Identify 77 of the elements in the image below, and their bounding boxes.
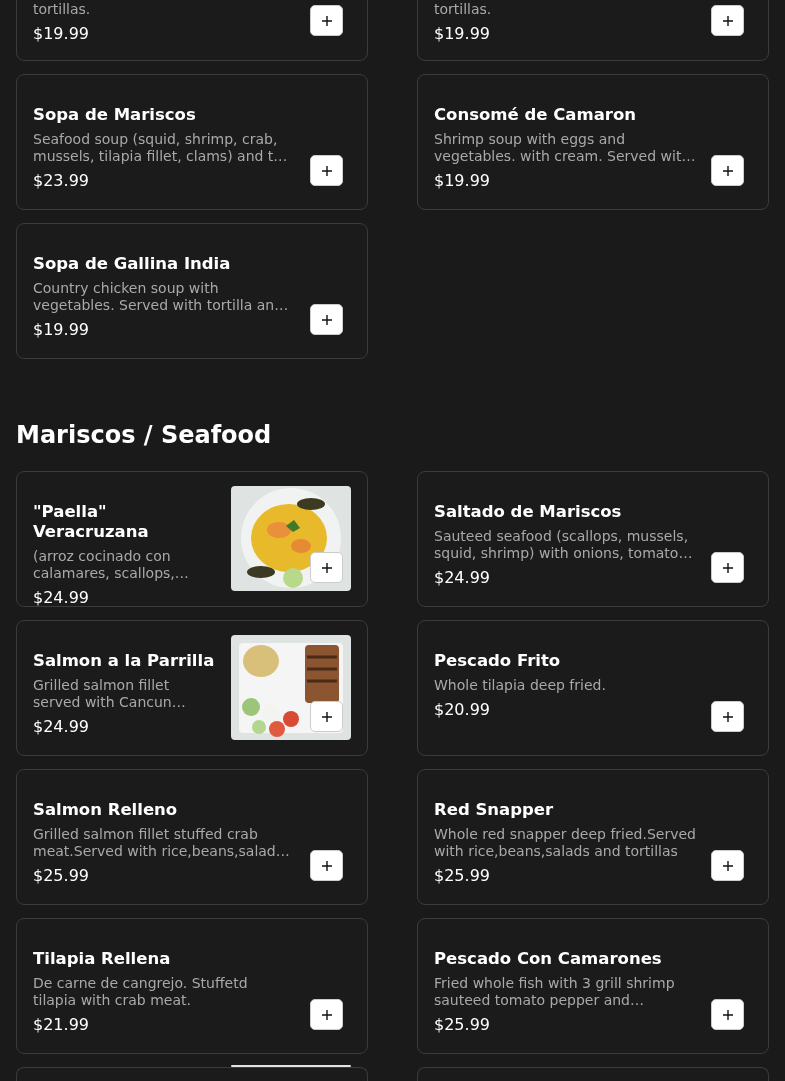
menu-item-card[interactable]: tortillas. $19.99 (417, 0, 769, 61)
item-name: Pescado Frito (434, 651, 561, 671)
plus-icon (721, 561, 734, 574)
section-heading: Mariscos / Seafood (16, 420, 273, 451)
item-description: Seafood soup (squid, shrimp, crab, mussels, tilapia fillet, clams) and t… (33, 131, 289, 165)
item-description: Grilled salmon fillet stuffed crab meat.Served with rice,beans,salad… (33, 826, 291, 860)
plus-icon (721, 859, 734, 872)
item-name: "Paella" Veracruzana (33, 502, 150, 542)
item-price: $19.99 (33, 23, 89, 45)
menu-item-card[interactable]: Pescado Con Camarones Fried whole fish with 3 grill shrimp sauteed tomato pepper and… $25.99 (417, 918, 769, 1054)
add-button[interactable] (711, 701, 744, 732)
add-button[interactable] (310, 701, 343, 732)
add-button[interactable] (310, 5, 343, 36)
item-name: Sopa de Mariscos (33, 105, 196, 125)
menu-item-card[interactable]: "Paella" Veracruzana (arroz cocinado con calamares, scallops,… $24.99 (16, 471, 368, 607)
item-name: Consomé de Camaron (434, 105, 636, 125)
add-button[interactable] (310, 552, 343, 583)
item-name: Sopa de Gallina India (33, 254, 231, 274)
menu-item-card[interactable]: Sopa de Mariscos Seafood soup (squid, shrimp, crab, mussels, tilapia fillet, clams) and t… $23.99 (16, 74, 368, 210)
item-name: Pescado Con Camarones (434, 949, 662, 969)
plus-icon (721, 14, 734, 27)
item-name: Saltado de Mariscos (434, 502, 622, 522)
add-button[interactable] (310, 155, 343, 186)
menu-item-card[interactable]: Red Snapper Whole red snapper deep fried.Served with rice,beans,salads and tortillas $25.99 (417, 769, 769, 905)
item-price: $25.99 (434, 1014, 490, 1036)
item-price: $21.99 (33, 1014, 89, 1036)
menu-item-card[interactable]: Salmon a la Parrilla Grilled salmon fillet served with Cancun… $24.99 (16, 620, 368, 756)
item-description: (arroz cocinado con calamares, scallops,… (33, 548, 190, 582)
item-name: Salmon Relleno (33, 800, 178, 820)
plus-icon (320, 561, 333, 574)
item-description: tortillas. (434, 1, 492, 18)
item-price: $19.99 (434, 23, 490, 45)
plus-icon (320, 859, 333, 872)
item-description: Sauteed seafood (scallops, mussels, squid, shrimp) with onions, tomato… (434, 528, 694, 562)
add-button[interactable] (711, 155, 744, 186)
menu-item-card[interactable]: Sopa de Gallina India Country chicken soup with vegetables. Served with tortilla an… $19.99 (16, 223, 368, 359)
item-price: $19.99 (434, 170, 490, 192)
item-name: Red Snapper (434, 800, 554, 820)
add-button[interactable] (310, 850, 343, 881)
item-description: Shrimp soup with eggs and vegetables. with cream. Served wit… (434, 131, 696, 165)
item-description: Grilled salmon fillet served with Cancun… (33, 677, 187, 711)
item-description: Whole red snapper deep fried.Served with rice,beans,salads and tortillas (434, 826, 696, 860)
plus-icon (320, 313, 333, 326)
plus-icon (320, 710, 333, 723)
add-button[interactable] (711, 552, 744, 583)
add-button[interactable] (310, 304, 343, 335)
add-button[interactable] (711, 999, 744, 1030)
item-description: De carne de cangrejo. Stuffetd tilapia with crab meat. (33, 975, 249, 1009)
plus-icon (320, 14, 333, 27)
add-button[interactable] (711, 850, 744, 881)
item-price: $23.99 (33, 170, 89, 192)
item-price: $24.99 (33, 587, 89, 609)
menu-item-card[interactable]: Consomé de Camaron Shrimp soup with eggs and vegetables. with cream. Served wit… $19.99 (417, 74, 769, 210)
item-price: $25.99 (33, 865, 89, 887)
menu-item-card[interactable]: tortillas. $19.99 (16, 0, 368, 61)
item-description: tortillas. (33, 1, 91, 18)
item-name: Tilapia Rellena (33, 949, 171, 969)
menu-item-card[interactable]: Salmon Relleno Grilled salmon fillet stuffed crab meat.Served with rice,beans,salad… $25.99 (16, 769, 368, 905)
menu-item-card[interactable]: Tilapia Rellena De carne de cangrejo. Stuffetd tilapia with crab meat. $21.99 (16, 918, 368, 1054)
menu-item-card[interactable]: Pescado Frito Whole tilapia deep fried. $20.99 (417, 620, 769, 756)
plus-icon (320, 1008, 333, 1021)
menu-item-card[interactable]: Saltado de Mariscos Sauteed seafood (scallops, mussels, squid, shrimp) with onions, tomato… $24.99 (417, 471, 769, 607)
plus-icon (721, 710, 734, 723)
plus-icon (721, 164, 734, 177)
item-description: Fried whole fish with 3 grill shrimp sauteed tomato pepper and… (434, 975, 676, 1009)
plus-icon (320, 164, 333, 177)
item-name: Salmon a la Parrilla (33, 651, 215, 671)
add-button[interactable] (310, 999, 343, 1030)
item-description: Whole tilapia deep fried. (434, 677, 606, 694)
plus-icon (721, 1008, 734, 1021)
item-price: $24.99 (33, 716, 89, 738)
add-button[interactable] (711, 5, 744, 36)
item-price: $24.99 (434, 567, 490, 589)
item-price: $25.99 (434, 865, 490, 887)
item-price: $20.99 (434, 699, 490, 721)
item-description: Country chicken soup with vegetables. Served with tortilla an… (33, 280, 290, 314)
item-price: $19.99 (33, 319, 89, 341)
